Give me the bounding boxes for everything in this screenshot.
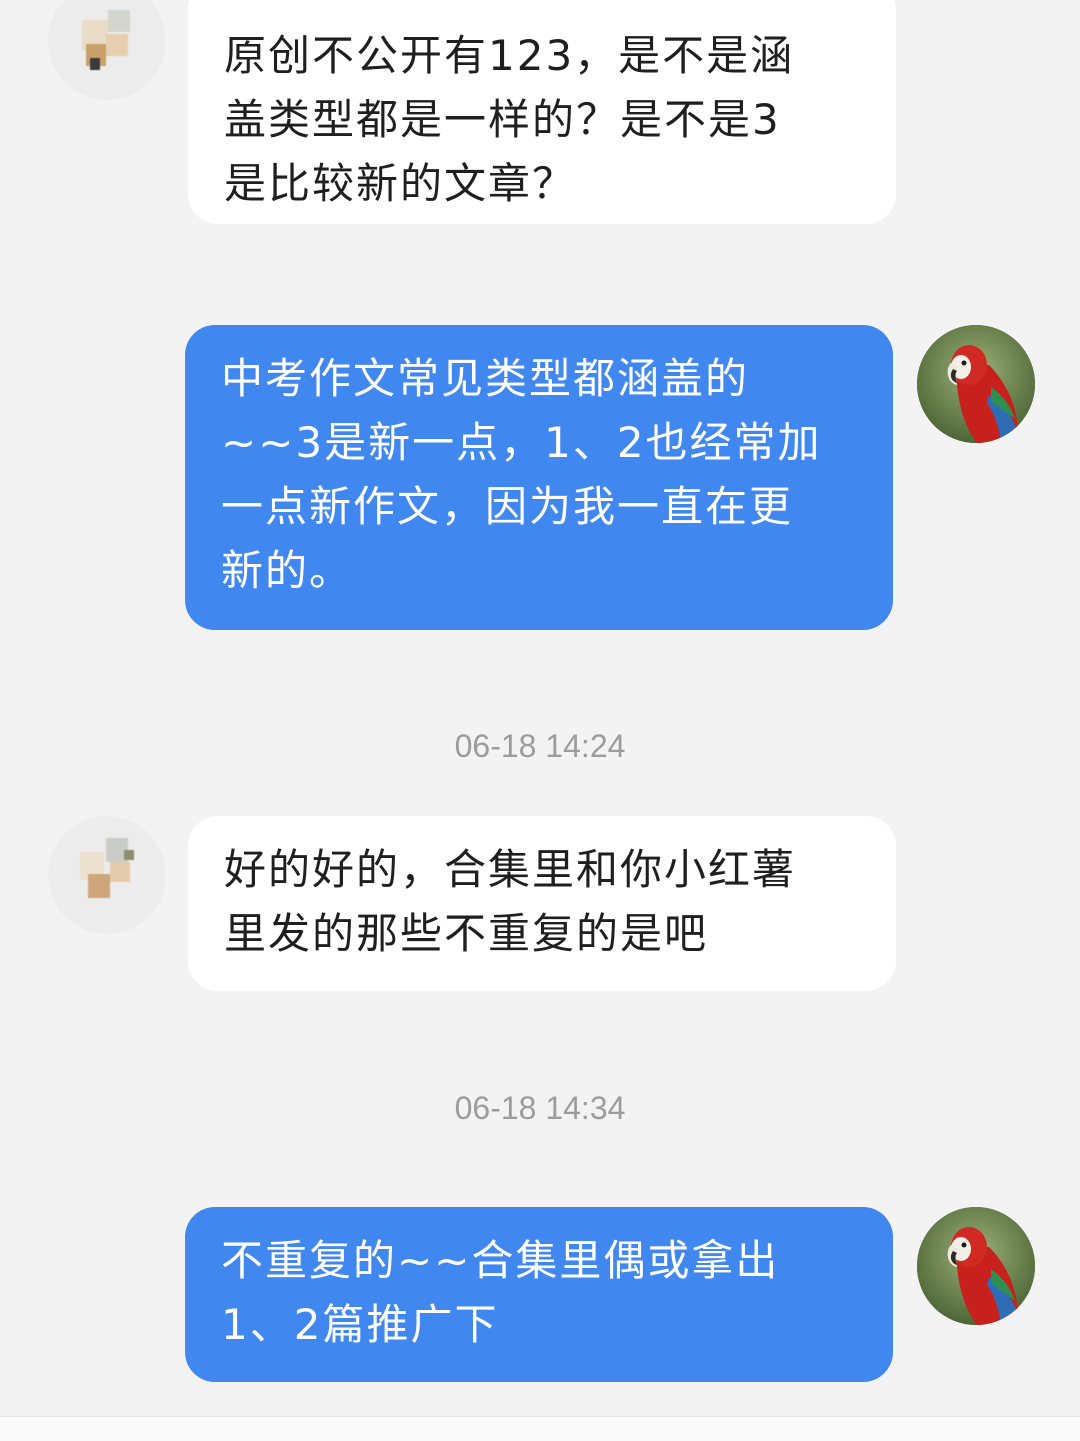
timestamp: 06-18 14:24 bbox=[454, 728, 626, 764]
parrot-icon bbox=[917, 325, 1035, 443]
parrot-icon bbox=[917, 1207, 1035, 1325]
message-bubble-incoming[interactable]: 原创不公开有123，是不是涵 盖类型都是一样的？是不是3 是比较新的文章？ bbox=[188, 0, 896, 224]
message-bubble-outgoing[interactable]: 中考作文常见类型都涵盖的 ~~3是新一点，1、2也经常加 一点新作文，因为我一直… bbox=[185, 325, 893, 630]
contact-avatar[interactable] bbox=[48, 0, 166, 100]
input-bar[interactable] bbox=[0, 1416, 1080, 1441]
user-avatar-parrot[interactable] bbox=[917, 1207, 1035, 1325]
timestamp: 06-18 14:34 bbox=[454, 1090, 626, 1126]
contact-avatar[interactable] bbox=[48, 816, 166, 934]
user-avatar-parrot[interactable] bbox=[917, 325, 1035, 443]
chat-screen: 原创不公开有123，是不是涵 盖类型都是一样的？是不是3 是比较新的文章？ 中考… bbox=[0, 0, 1080, 1441]
message-bubble-outgoing[interactable]: 不重复的~~合集里偶或拿出 1、2篇推广下 bbox=[185, 1207, 893, 1382]
message-bubble-incoming[interactable]: 好的好的，合集里和你小红薯 里发的那些不重复的是吧 bbox=[188, 816, 896, 991]
